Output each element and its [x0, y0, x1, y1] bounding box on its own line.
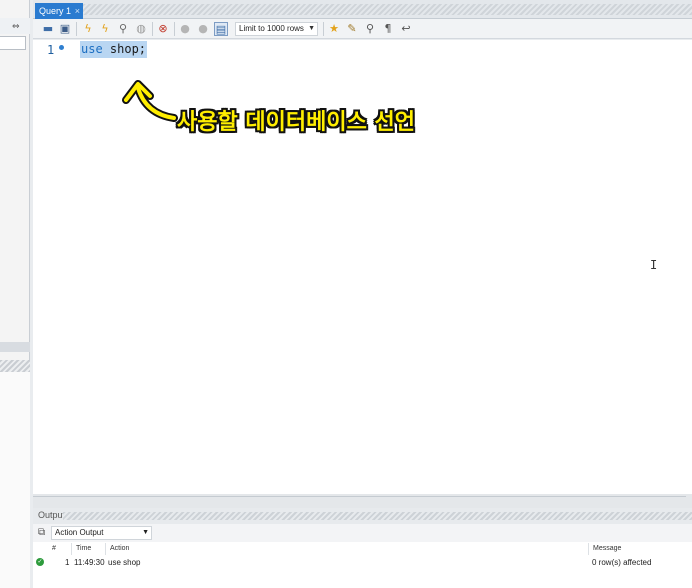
- tab-label: Query 1: [39, 6, 72, 16]
- schema-filter-input[interactable]: [0, 36, 26, 50]
- bookmark-icon[interactable]: ★: [327, 22, 341, 36]
- toggle-error-icon[interactable]: ⊗: [156, 22, 170, 36]
- output-panel-header: Output: [33, 508, 692, 524]
- column-separator: [71, 543, 72, 555]
- statement-marker-icon: [59, 45, 64, 50]
- toolbar-separator: [76, 22, 77, 36]
- row-message: 0 row(s) affected: [592, 558, 652, 567]
- splitter-line: [33, 496, 686, 497]
- autocommit-icon[interactable]: ▤: [214, 22, 228, 36]
- find-icon[interactable]: ⚲: [363, 22, 377, 36]
- navigator-panel: ⇔: [0, 0, 30, 588]
- sql-keyword: use: [81, 42, 103, 56]
- invisible-chars-icon[interactable]: ¶: [381, 22, 395, 36]
- navigator-splitter[interactable]: [0, 360, 30, 372]
- editor-output-splitter[interactable]: [33, 494, 692, 508]
- column-header-number: #: [52, 545, 56, 552]
- wrap-icon[interactable]: ↩: [399, 22, 413, 36]
- tab-strip-background: [83, 4, 692, 15]
- success-check-icon: ✓: [36, 558, 44, 566]
- output-toolbar: ⧉ Action Output ▼: [33, 524, 692, 542]
- row-number: 1: [65, 558, 70, 567]
- row-limit-label: Limit to 1000 rows: [239, 24, 304, 33]
- open-folder-icon[interactable]: ▬: [41, 22, 55, 36]
- annotation-label: 사용할 데이터베이스 선언: [177, 110, 415, 135]
- explain-icon[interactable]: ⚲: [116, 22, 130, 36]
- toolbar-separator: [152, 22, 153, 36]
- commit-icon[interactable]: ●: [178, 22, 192, 36]
- tab-query-1[interactable]: Query 1 ×: [35, 3, 83, 19]
- column-header-time: Time: [76, 545, 92, 552]
- line-number: 1: [47, 43, 55, 57]
- chevron-down-icon: ▼: [142, 529, 149, 536]
- toolbar-separator: [174, 22, 175, 36]
- tab-close-icon[interactable]: ×: [75, 3, 80, 19]
- execute-current-icon[interactable]: ϟ: [98, 22, 112, 36]
- row-time: 11:49:30: [74, 558, 105, 567]
- sql-editor-toolbar: ▬ ▣ ϟ ϟ ⚲ ◍ ⊗ ● ● ▤ Limit to 1000 rows ▼…: [33, 19, 692, 39]
- toolbar-separator: [323, 22, 324, 36]
- sql-text: shop;: [102, 42, 147, 56]
- code-line-1[interactable]: use shop;: [80, 41, 148, 58]
- query-tab-strip: Query 1 ×: [33, 0, 692, 19]
- save-icon[interactable]: ▣: [58, 22, 72, 36]
- action-output-table: # Time Action Message ✓ 1 11:49:30 use s…: [33, 542, 692, 588]
- rollback-icon[interactable]: ●: [196, 22, 210, 36]
- annotation-arrow-icon: [122, 80, 178, 122]
- navigator-options-icon[interactable]: ⇔: [12, 22, 20, 32]
- chevron-down-icon: ▼: [308, 25, 315, 32]
- beautify-icon[interactable]: ✎: [345, 22, 359, 36]
- sql-editor[interactable]: 1 use shop; I 사용할 데이터베이스 선언: [33, 40, 692, 494]
- row-limit-select[interactable]: Limit to 1000 rows ▼: [235, 22, 318, 36]
- output-title: Output: [38, 510, 66, 520]
- row-action: use shop: [108, 558, 141, 567]
- navigator-info-area: [0, 372, 30, 588]
- column-separator: [588, 543, 589, 555]
- column-separator: [105, 543, 106, 555]
- column-header-message: Message: [593, 545, 622, 552]
- output-type-label: Action Output: [55, 528, 104, 537]
- column-header-action: Action: [110, 545, 130, 552]
- stop-icon[interactable]: ◍: [134, 22, 148, 36]
- navigator-section-divider: [0, 342, 30, 352]
- execute-icon[interactable]: ϟ: [81, 22, 95, 36]
- output-header-background: [63, 512, 692, 520]
- copy-icon[interactable]: ⧉: [38, 527, 49, 538]
- mouse-cursor-icon: I: [650, 258, 658, 272]
- output-type-select[interactable]: Action Output ▼: [51, 526, 152, 540]
